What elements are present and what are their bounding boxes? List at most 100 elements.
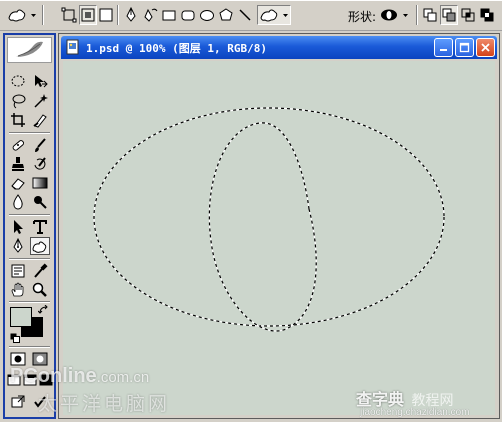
intersect-shape-area-icon — [461, 8, 475, 22]
document-title: 1.psd @ 100% (图层 1, RGB/8) — [86, 42, 267, 55]
toolbox-divider — [9, 258, 50, 260]
slice-knife-icon — [33, 114, 47, 128]
freeform-pen-button[interactable] — [141, 5, 159, 25]
swap-arrow-icon — [37, 304, 48, 314]
toolbox — [3, 33, 56, 419]
lasso-tool[interactable] — [8, 92, 28, 110]
intersect-shape-button[interactable] — [459, 5, 477, 25]
selection-path — [93, 107, 445, 332]
shape-picker-dropdown[interactable] — [378, 5, 412, 25]
feather-logo-icon — [16, 41, 43, 57]
gradient-icon — [32, 177, 48, 189]
psd-document-icon — [66, 39, 79, 55]
marquee-tool[interactable] — [8, 72, 28, 90]
toolbox-divider — [9, 346, 50, 348]
toolbox-divider — [9, 214, 50, 216]
toolbox-header[interactable] — [7, 37, 52, 63]
rounded-rectangle-icon — [181, 10, 195, 21]
type-tool[interactable] — [30, 218, 50, 236]
ellipse-button[interactable] — [198, 5, 216, 25]
dodge-icon — [34, 196, 47, 209]
pen-tool-button[interactable] — [122, 5, 140, 25]
healing-brush-tool[interactable] — [8, 136, 28, 154]
shape-label: 形状: — [348, 10, 377, 24]
fill-pixels-button[interactable] — [97, 5, 115, 25]
dodge-tool[interactable] — [30, 193, 50, 211]
options-bar: 形状: — [0, 0, 502, 31]
pen-tool[interactable] — [8, 237, 28, 255]
swap-colors-button[interactable] — [37, 304, 50, 315]
chazidian-watermark: 查字典 教程网 jiaocheng.chazidian.com — [356, 386, 499, 420]
minimize-icon — [440, 49, 447, 51]
document-window: 1.psd @ 100% (图层 1, RGB/8) — [58, 33, 500, 419]
minimize-button[interactable] — [434, 38, 453, 57]
custom-shape-button[interactable] — [257, 5, 291, 25]
eyedropper-icon — [34, 263, 48, 278]
stamp-icon — [12, 157, 24, 171]
pen-icon — [126, 7, 136, 22]
line-button[interactable] — [236, 5, 254, 25]
ellipse-icon — [200, 10, 214, 21]
path-selection-tool[interactable] — [8, 218, 28, 236]
hand-icon — [11, 282, 24, 297]
magnifier-icon — [32, 282, 47, 297]
toolbox-divider — [9, 301, 50, 303]
hand-tool[interactable] — [8, 281, 28, 299]
gradient-tool[interactable] — [30, 174, 50, 192]
exclude-overlap-button[interactable] — [478, 5, 496, 25]
maximize-button[interactable] — [455, 38, 474, 57]
move-arrow-icon — [35, 75, 48, 88]
pen-nib-icon — [13, 238, 23, 253]
separator — [117, 5, 119, 25]
close-icon — [481, 43, 490, 52]
polygon-button[interactable] — [217, 5, 235, 25]
image-canvas[interactable] — [63, 61, 495, 415]
default-colors-icon — [10, 333, 20, 343]
elliptical-marquee-icon — [11, 75, 25, 87]
eraser-tool[interactable] — [8, 174, 28, 192]
line-icon — [239, 9, 251, 21]
rectangle-icon — [162, 10, 176, 21]
document-titlebar[interactable]: 1.psd @ 100% (图层 1, RGB/8) — [61, 36, 497, 59]
rectangle-button[interactable] — [160, 5, 178, 25]
blur-tool[interactable] — [8, 193, 28, 211]
default-colors-button[interactable] — [10, 333, 20, 343]
subtract-from-shape-button[interactable] — [440, 5, 458, 25]
pconline-watermark: PConline.com.cn 太平洋电脑网 — [10, 365, 200, 417]
custom-shape-blob-icon — [32, 241, 47, 253]
foreground-color-swatch[interactable] — [10, 307, 32, 327]
watermark-url: jiaocheng.chazidian.com — [360, 407, 470, 418]
tool-preset-picker[interactable] — [6, 5, 38, 25]
fill-pixels-icon — [99, 8, 113, 22]
add-to-shape-button[interactable] — [421, 5, 439, 25]
magic-wand-tool[interactable] — [30, 92, 50, 110]
move-tool[interactable] — [30, 72, 50, 90]
magic-wand-icon — [34, 94, 48, 108]
brush-icon — [35, 138, 46, 152]
crop-tool[interactable] — [8, 111, 28, 129]
paths-icon — [81, 8, 95, 22]
note-icon — [11, 264, 25, 278]
eyedropper-tool[interactable] — [30, 262, 50, 280]
polygon-icon — [219, 8, 233, 21]
shape-preview-icon — [381, 9, 408, 21]
blur-drop-icon — [13, 194, 23, 210]
history-brush-tool[interactable] — [30, 155, 50, 173]
separator — [416, 5, 418, 25]
custom-shape-tool[interactable] — [30, 237, 50, 255]
lasso-icon — [12, 94, 26, 109]
custom-shape-icon — [260, 9, 288, 22]
paths-button[interactable] — [79, 5, 97, 25]
zoom-tool[interactable] — [30, 281, 50, 299]
eraser-icon — [11, 178, 25, 190]
close-button[interactable] — [476, 38, 495, 57]
toolbox-divider — [9, 132, 50, 134]
shape-layers-button[interactable] — [60, 5, 78, 25]
brush-tool[interactable] — [30, 136, 50, 154]
slice-tool[interactable] — [30, 111, 50, 129]
rounded-rectangle-button[interactable] — [179, 5, 197, 25]
notes-tool[interactable] — [8, 262, 28, 280]
exclude-overlap-icon — [480, 8, 494, 22]
type-t-icon — [33, 220, 47, 234]
clone-stamp-tool[interactable] — [8, 155, 28, 173]
